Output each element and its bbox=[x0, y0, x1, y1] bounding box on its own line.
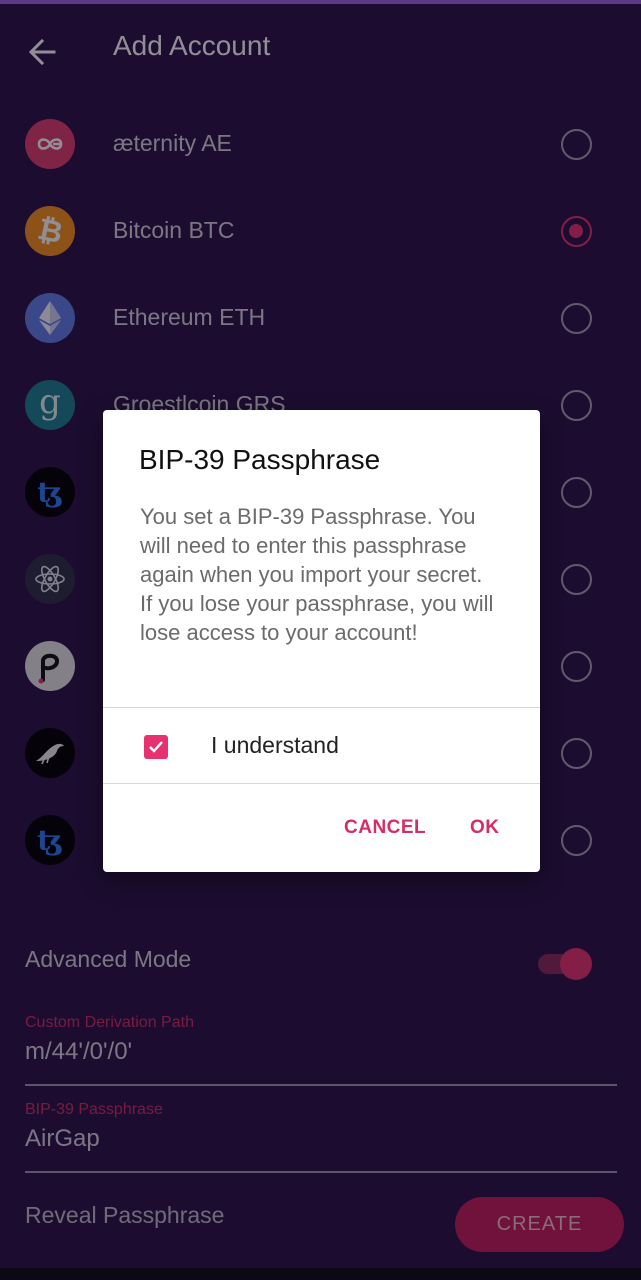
understand-label[interactable]: I understand bbox=[211, 732, 339, 759]
add-account-screen: Add Account æternity AE ₿ Bitcoin BTC Et… bbox=[0, 0, 641, 1268]
passphrase-dialog: BIP-39 Passphrase You set a BIP-39 Passp… bbox=[103, 410, 540, 872]
dialog-divider bbox=[103, 707, 540, 708]
ok-button[interactable]: OK bbox=[470, 817, 500, 839]
cancel-button[interactable]: CANCEL bbox=[344, 817, 426, 839]
understand-checkbox[interactable] bbox=[144, 735, 168, 759]
dialog-message: You set a BIP-39 Passphrase. You will ne… bbox=[140, 504, 494, 645]
checkmark-icon bbox=[149, 741, 163, 753]
dialog-title: BIP-39 Passphrase bbox=[139, 444, 381, 475]
dialog-divider bbox=[103, 783, 540, 784]
